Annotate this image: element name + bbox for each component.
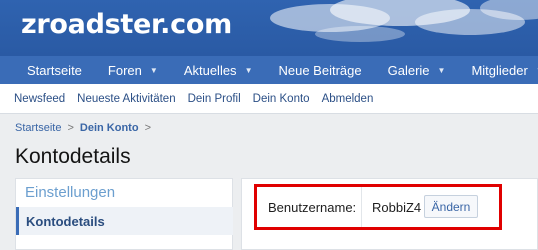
page-title: Kontodetails bbox=[15, 145, 131, 168]
site-logo[interactable]: zroadster.com bbox=[21, 9, 232, 40]
nav-item-foren[interactable]: Foren ▼ bbox=[95, 63, 171, 78]
main-navigation: Startseite Foren ▼ Aktuelles ▼ Neue Beiträ… bbox=[0, 56, 538, 84]
sidebar-item-kontodetails[interactable]: Kontodetails bbox=[16, 207, 233, 235]
subnav-abmelden[interactable]: Abmelden bbox=[322, 93, 374, 105]
nav-label: Neue Beiträge bbox=[278, 62, 362, 78]
nav-label: Galerie bbox=[387, 62, 430, 78]
subnav-neueste-aktivitaeten[interactable]: Neueste Aktivitäten bbox=[77, 93, 175, 105]
subnav-dein-konto[interactable]: Dein Konto bbox=[253, 93, 310, 105]
nav-item-galerie[interactable]: Galerie ▼ bbox=[375, 63, 459, 78]
nav-label: Startseite bbox=[27, 62, 82, 78]
nav-label: Aktuelles bbox=[183, 62, 237, 78]
field-divider bbox=[361, 187, 362, 227]
nav-label: Foren bbox=[107, 62, 142, 78]
chevron-down-icon[interactable]: ▼ bbox=[150, 66, 158, 75]
breadcrumb: Startseite > Dein Konto > bbox=[15, 122, 157, 134]
nav-item-startseite[interactable]: Startseite bbox=[0, 63, 95, 78]
username-label: Benutzername: bbox=[268, 200, 357, 215]
breadcrumb-current[interactable]: Dein Konto bbox=[80, 122, 139, 134]
username-value: RobbiZ4 bbox=[372, 200, 422, 215]
sidebar-item-next[interactable]: ▂▂▂▂▂▂▂▂ bbox=[28, 242, 188, 250]
chevron-down-icon[interactable]: ▼ bbox=[438, 66, 446, 75]
account-subnavigation: Newsfeed Neueste Aktivitäten Dein Profil… bbox=[0, 84, 538, 114]
nav-item-neue-beitraege[interactable]: Neue Beiträge bbox=[265, 63, 374, 78]
change-username-button[interactable]: Ändern bbox=[424, 195, 478, 218]
chevron-right-icon: > bbox=[144, 122, 152, 134]
chevron-right-icon: > bbox=[67, 122, 74, 134]
nav-item-mitglieder[interactable]: Mitglieder▼ bbox=[458, 63, 538, 78]
nav-item-aktuelles[interactable]: Aktuelles ▼ bbox=[171, 63, 266, 78]
subnav-dein-profil[interactable]: Dein Profil bbox=[188, 93, 241, 105]
settings-sidebar: Einstellungen Kontodetails ▂▂▂▂▂▂▂▂ bbox=[15, 178, 233, 250]
sidebar-heading: Einstellungen bbox=[25, 184, 116, 201]
chevron-down-icon[interactable]: ▼ bbox=[245, 66, 253, 75]
nav-label: Mitglieder bbox=[471, 62, 528, 78]
subnav-newsfeed[interactable]: Newsfeed bbox=[14, 93, 65, 105]
site-header: zroadster.com bbox=[0, 0, 538, 56]
breadcrumb-home[interactable]: Startseite bbox=[15, 122, 61, 134]
